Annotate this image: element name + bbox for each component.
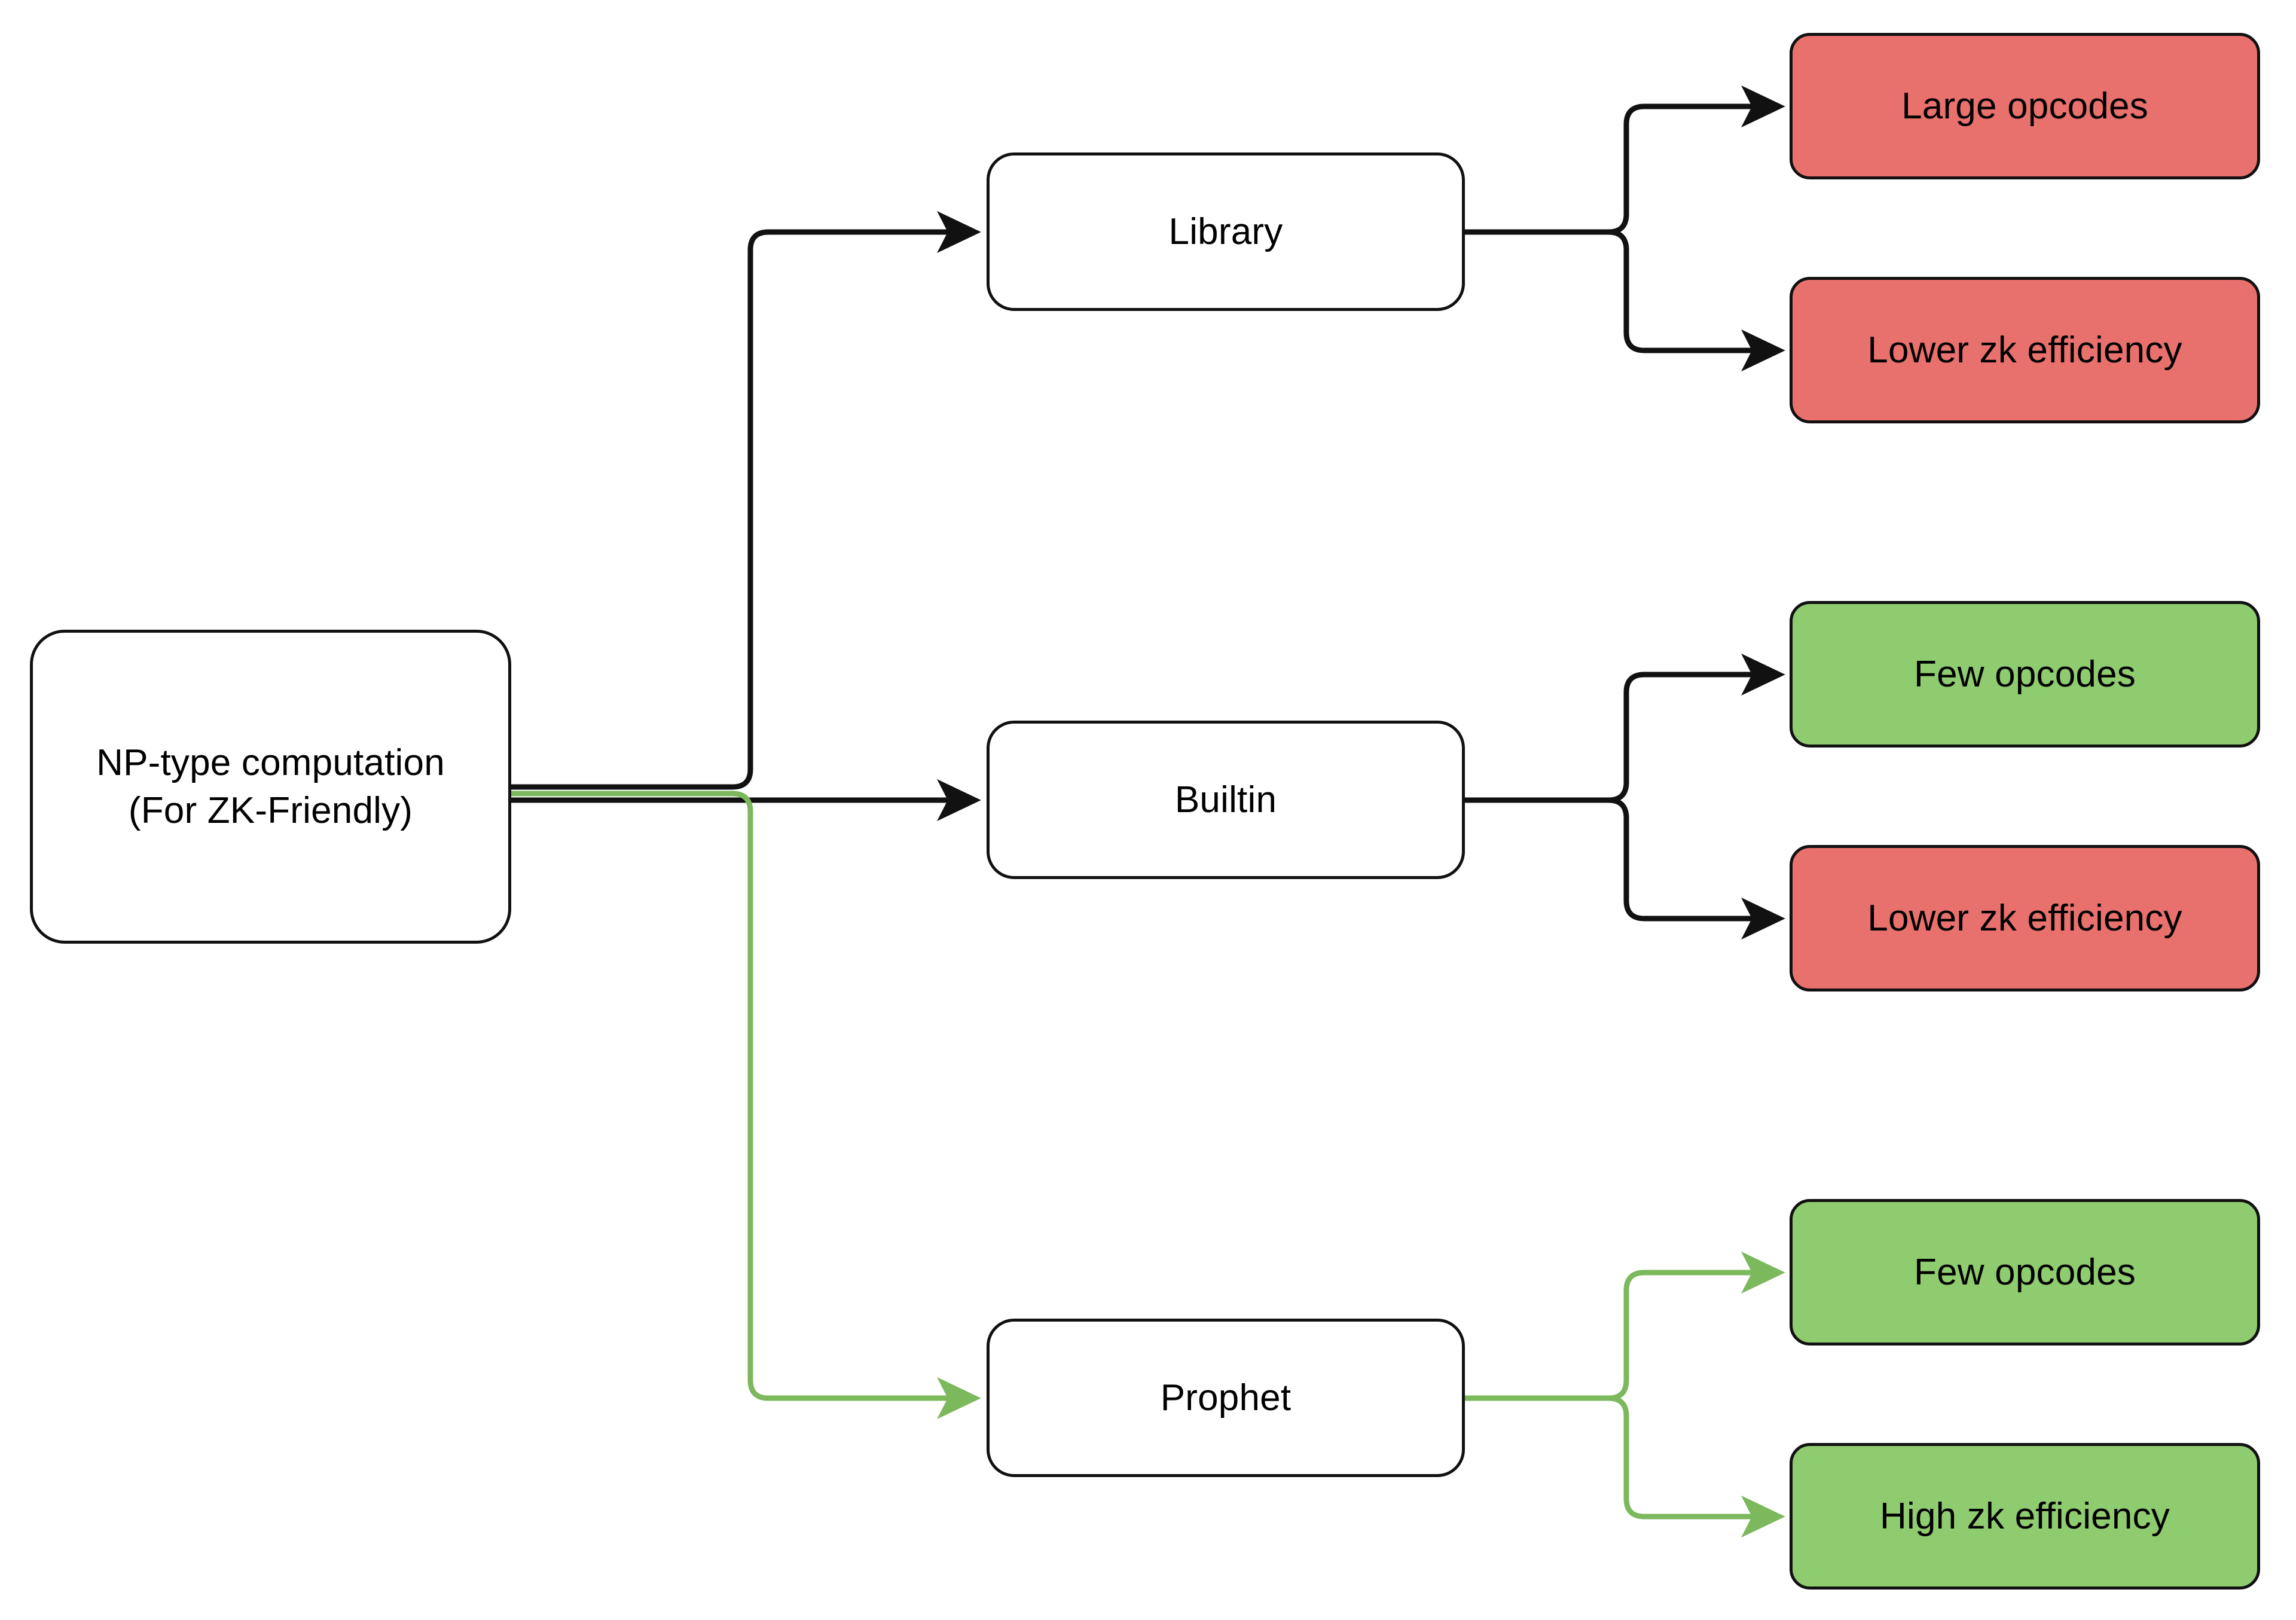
node-outcome-library-lower-zk-efficiency[interactable]: Lower zk efficiency xyxy=(1790,277,2260,423)
edge-root-to-library xyxy=(511,210,981,790)
node-branch-prophet[interactable]: Prophet xyxy=(987,1319,1465,1477)
node-outcome-builtin-few-opcodes[interactable]: Few opcodes xyxy=(1790,601,2260,748)
node-branch-builtin[interactable]: Builtin xyxy=(987,721,1465,879)
node-outcome-prophet-few-opcodes[interactable]: Few opcodes xyxy=(1790,1199,2260,1346)
node-outcome-prophet-high-zk-efficiency[interactable]: High zk efficiency xyxy=(1790,1443,2260,1590)
edge-root-to-prophet-highlight xyxy=(511,791,981,1420)
edge-builtin-to-few-opcodes xyxy=(1465,653,1785,803)
edge-library-to-lower-zk-efficiency xyxy=(1465,229,1785,372)
node-outcome-builtin-lower-zk-efficiency[interactable]: Lower zk efficiency xyxy=(1790,845,2260,991)
edge-prophet-to-high-zk-efficiency xyxy=(1465,1395,1785,1538)
node-root-np-type-computation[interactable]: NP-type computation (For ZK-Friendly) xyxy=(30,630,511,944)
edge-library-to-large-opcodes xyxy=(1465,85,1785,235)
diagram-canvas: NP-type computation (For ZK-Friendly) Li… xyxy=(0,0,2296,1620)
node-branch-library[interactable]: Library xyxy=(987,152,1465,311)
node-outcome-library-large-opcodes[interactable]: Large opcodes xyxy=(1790,33,2260,179)
edge-builtin-to-lower-zk-efficiency xyxy=(1465,797,1785,940)
edge-prophet-to-few-opcodes xyxy=(1465,1251,1785,1401)
